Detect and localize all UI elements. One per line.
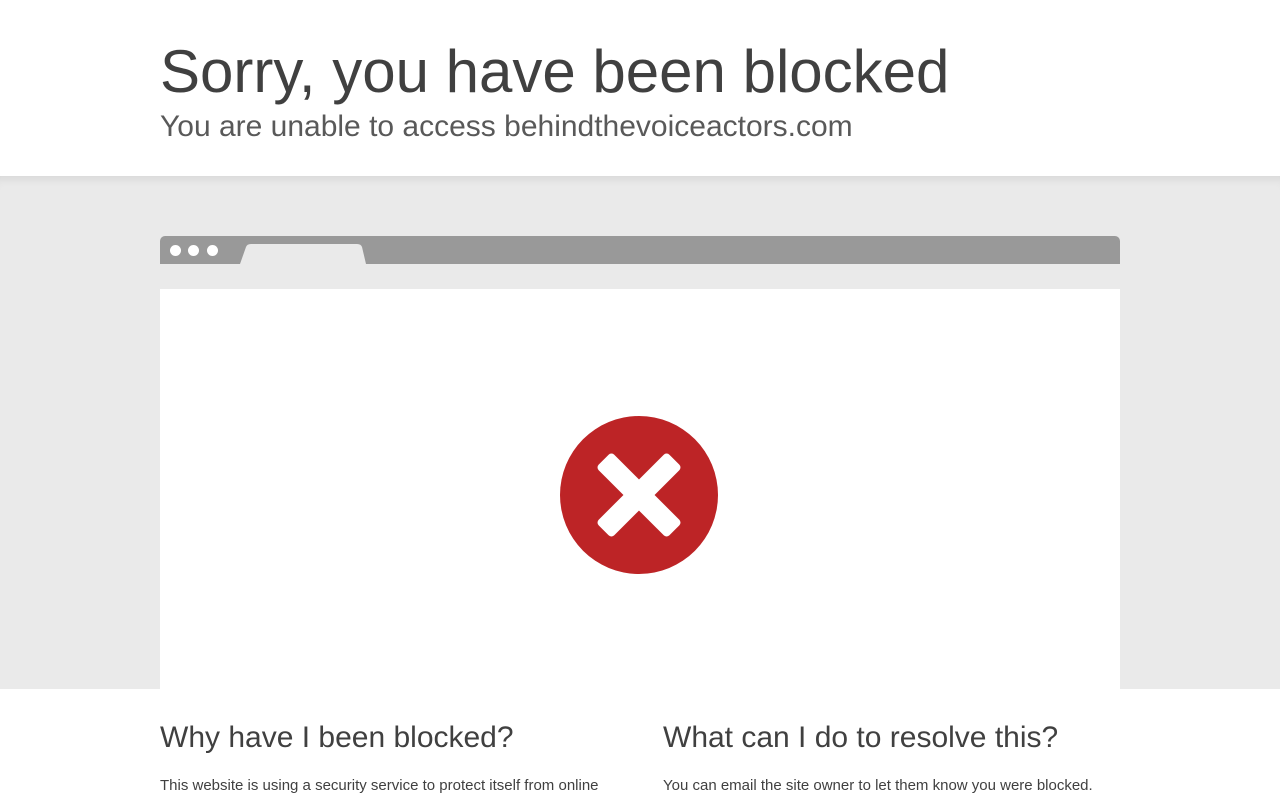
why-blocked-text: This website is using a security service… [160, 777, 599, 794]
why-blocked-heading: Why have I been blocked? [160, 721, 514, 754]
info-section: Why have I been blocked? This website is… [0, 689, 1280, 800]
browser-illustration-window [160, 289, 1120, 689]
window-dot-icon [188, 245, 199, 256]
resolve-text: You can email the site owner to let them… [663, 777, 1093, 794]
header: Sorry, you have been blocked You are una… [0, 0, 1280, 176]
why-blocked-column: Why have I been blocked? This website is… [160, 719, 620, 797]
window-dot-icon [207, 245, 218, 256]
browser-illustration-bar [160, 236, 1120, 264]
page-subtitle: You are unable to access behindthevoicea… [160, 110, 853, 143]
resolve-column: What can I do to resolve this? You can e… [663, 719, 1123, 797]
page-title: Sorry, you have been blocked [160, 38, 950, 105]
error-x-circle-icon [560, 416, 718, 574]
resolve-heading: What can I do to resolve this? [663, 721, 1059, 754]
browser-tab-icon [240, 244, 366, 264]
window-dot-icon [170, 245, 181, 256]
